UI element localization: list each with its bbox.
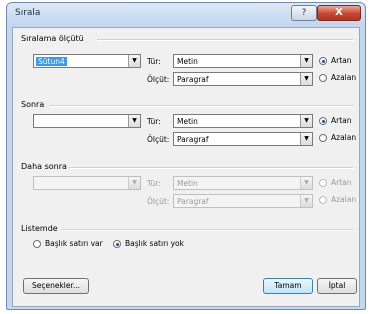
chevron-down-icon: ▼ [300,133,312,145]
criterion-value: Paragraf [177,75,209,84]
dialog-title: Sırala [15,8,41,18]
options-button[interactable]: Seçenekler... [23,278,89,294]
descending-label: Azalan [331,73,357,82]
section-heading-then-by: Sonra [21,100,45,109]
criterion-value: Paragraf [177,197,209,206]
sort-dialog: Sırala ? X Sıralama ölçütü Sütun4 ▼ Tür:… [6,2,366,310]
sort-by-column-value: Sütun4 [36,57,67,66]
descending-radio[interactable] [319,74,327,82]
chevron-down-icon: ▼ [128,177,140,189]
has-header-row-label: Başlık satırı var [45,239,103,248]
chevron-down-icon: ▼ [300,55,312,67]
ascending-label: Artan [331,56,352,65]
sort-by-type-select[interactable]: Metin ▼ [173,54,313,68]
help-button[interactable]: ? [291,5,317,21]
descending-radio[interactable] [319,196,327,204]
ok-button[interactable]: Tamam [263,278,313,294]
sort-by-column-select[interactable]: Sütun4 ▼ [33,54,141,68]
then-by-2-type-select[interactable]: Metin ▼ [173,176,313,190]
type-value: Metin [177,57,198,66]
section-heading-then-by-2: Daha sonra [21,162,67,171]
type-label: Tür: [147,179,161,188]
type-value: Metin [177,117,198,126]
chevron-down-icon: ▼ [300,177,312,189]
criterion-label: Ölçüt: [147,75,170,84]
then-by-type-select[interactable]: Metin ▼ [173,114,313,128]
no-header-row-radio[interactable] [113,240,121,248]
section-heading-my-list: Listemde [21,224,58,233]
ascending-label: Artan [331,116,352,125]
then-by-2-criterion-select[interactable]: Paragraf ▼ [173,194,313,208]
ascending-radio[interactable] [319,57,327,65]
then-by-column-select[interactable]: ▼ [33,114,141,128]
dialog-body: Sıralama ölçütü Sütun4 ▼ Tür: Metin ▼ Öl… [12,27,360,307]
section-heading-sort-by: Sıralama ölçütü [21,34,84,43]
has-header-row-radio[interactable] [33,240,41,248]
criterion-label: Ölçüt: [147,135,170,144]
chevron-down-icon: ▼ [300,73,312,85]
ascending-radio[interactable] [319,179,327,187]
type-label: Tür: [147,117,161,126]
sort-by-criterion-select[interactable]: Paragraf ▼ [173,72,313,86]
type-label: Tür: [147,57,161,66]
then-by-2-column-select[interactable]: ▼ [33,176,141,190]
descending-radio[interactable] [319,134,327,142]
chevron-down-icon: ▼ [300,195,312,207]
chevron-down-icon: ▼ [128,55,140,67]
descending-label: Azalan [331,133,357,142]
ascending-label: Artan [331,178,352,187]
then-by-criterion-select[interactable]: Paragraf ▼ [173,132,313,146]
ascending-radio[interactable] [319,117,327,125]
criterion-label: Ölçüt: [147,197,170,206]
chevron-down-icon: ▼ [300,115,312,127]
divider [97,39,353,41]
type-value: Metin [177,179,198,188]
cancel-button[interactable]: İptal [317,278,357,294]
divider [49,105,353,107]
divider [61,229,353,231]
divider [69,167,353,169]
criterion-value: Paragraf [177,135,209,144]
no-header-row-label: Başlık satırı yok [125,239,184,248]
descending-label: Azalan [331,195,357,204]
chevron-down-icon: ▼ [128,115,140,127]
close-button[interactable]: X [317,5,361,21]
title-bar[interactable]: Sırala ? X [7,3,365,25]
